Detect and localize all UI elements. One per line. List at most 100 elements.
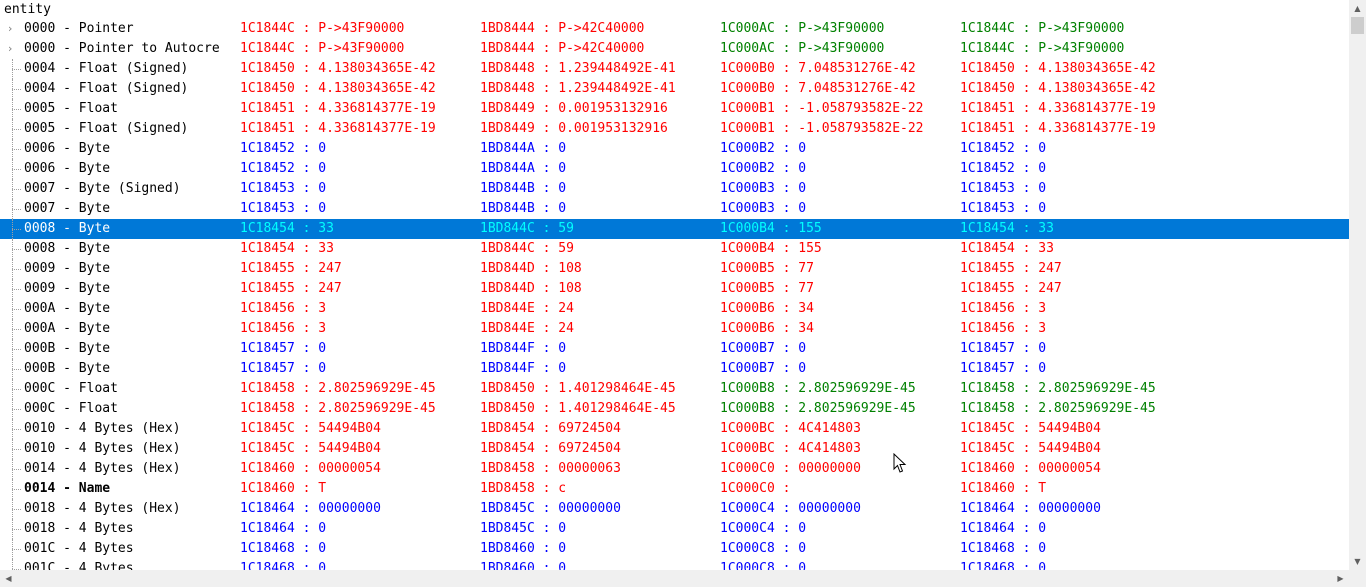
table-row[interactable]: 0006 - Byte 1C18452 : 0 1BD844A : 0 1C000B2… (0, 139, 1349, 159)
address-text: 1C1845C (960, 441, 1015, 456)
value-text: 59 (558, 221, 574, 236)
table-row[interactable]: 0018 - 4 Bytes 1C18464 : 0 1BD845C : 0 1C00… (0, 519, 1349, 539)
expand-chevron-icon[interactable]: › (8, 39, 12, 59)
table-row[interactable]: 0014 - Name 1C18460 : T 1BD8458 : c 1C000C0… (0, 479, 1349, 499)
table-row[interactable]: 0008 - Byte 1C18454 : 33 1BD844C : 59 1C000… (0, 219, 1349, 239)
separator: : (534, 301, 559, 316)
value-text: T (1038, 481, 1047, 496)
address-value-cell: 1C000B5 : 77 (720, 259, 814, 279)
table-row[interactable]: 000C - Float 1C18458 : 2.802596929E-45 1BD… (0, 399, 1349, 419)
scroll-left-arrow-icon[interactable]: ◀ (0, 570, 17, 587)
tree-guide-line (10, 499, 22, 519)
address-value-cell: 1C000B1 : -1.058793582E-22 (720, 119, 924, 139)
table-row[interactable]: 0014 - 4 Bytes (Hex) 1C18460 : 00000054 1B… (0, 459, 1349, 479)
separator: : (294, 361, 319, 376)
address-text: 1BD8448 (480, 61, 535, 76)
separator: : (1014, 361, 1039, 376)
address-value-cell: 1C18464 : 00000000 (240, 499, 381, 519)
table-row[interactable]: 0008 - Byte 1C18454 : 33 1BD844C : 59 1C000… (0, 239, 1349, 259)
value-text: 4.336814377E-19 (318, 121, 436, 136)
separator: : (1014, 541, 1039, 556)
address-text: 1C000B1 (720, 101, 775, 116)
address-text: 1BD844A (480, 161, 535, 176)
scroll-down-arrow-icon[interactable]: ▼ (1349, 553, 1366, 570)
address-text: 1BD844D (480, 261, 535, 276)
table-row[interactable]: 000B - Byte 1C18457 : 0 1BD844F : 0 1C000B7… (0, 359, 1349, 379)
separator: : (774, 261, 799, 276)
vertical-scroll-thumb[interactable] (1351, 17, 1364, 34)
row-description: 0000 - Pointer (24, 21, 134, 36)
table-row[interactable]: 0009 - Byte 1C18455 : 247 1BD844D : 108 1C0… (0, 279, 1349, 299)
table-row[interactable]: 0005 - Float (Signed) 1C18451 : 4.3368143… (0, 119, 1349, 139)
horizontal-scrollbar[interactable]: ◀ ▶ (0, 570, 1349, 587)
address-text: 1C000C8 (720, 541, 775, 556)
address-text: 1C18460 (960, 481, 1015, 496)
address-text: 1C18460 (240, 481, 295, 496)
table-row[interactable]: 000A - Byte 1C18456 : 3 1BD844E : 24 1C000B… (0, 299, 1349, 319)
address-text: 1BD8448 (480, 81, 535, 96)
table-row[interactable]: 0010 - 4 Bytes (Hex) 1C1845C : 54494B04 1B… (0, 439, 1349, 459)
value-text: 1.401298464E-45 (558, 381, 676, 396)
scroll-right-arrow-icon[interactable]: ▶ (1332, 570, 1349, 587)
address-text: 1C000B6 (720, 321, 775, 336)
table-row[interactable]: 0005 - Float 1C18451 : 4.336814377E-19 1BD… (0, 99, 1349, 119)
address-text: 1BD8449 (480, 101, 535, 116)
tree-guide-line (10, 359, 22, 379)
address-value-cell: 1C000B3 : 0 (720, 179, 806, 199)
separator: : (294, 501, 319, 516)
separator: : (534, 421, 559, 436)
separator: : (534, 81, 559, 96)
address-value-cell: 1BD844B : 0 (480, 179, 566, 199)
table-row[interactable]: 0006 - Byte 1C18452 : 0 1BD844A : 0 1C000B2… (0, 159, 1349, 179)
value-text: 00000000 (558, 501, 621, 516)
table-row[interactable]: 0010 - 4 Bytes (Hex) 1C1845C : 54494B04 1B… (0, 419, 1349, 439)
table-row[interactable]: › 0000 - Pointer to Autocre 1C1844C : P->4… (0, 39, 1349, 59)
separator: : (774, 141, 799, 156)
table-row[interactable]: 0004 - Float (Signed) 1C18450 : 4.1380343… (0, 79, 1349, 99)
address-text: 1C000B5 (720, 261, 775, 276)
address-value-cell: 1BD8460 : 0 (480, 539, 566, 559)
table-row[interactable]: 0018 - 4 Bytes (Hex) 1C18464 : 00000000 1B… (0, 499, 1349, 519)
root-node-label[interactable]: entity (4, 1, 51, 19)
address-value-cell: 1C18453 : 0 (240, 179, 326, 199)
separator: : (294, 301, 319, 316)
value-text: 2.802596929E-45 (798, 401, 916, 416)
value-text: 00000054 (1038, 461, 1101, 476)
table-row[interactable]: 0009 - Byte 1C18455 : 247 1BD844D : 108 1C0… (0, 259, 1349, 279)
table-row[interactable]: 001C - 4 Bytes 1C18468 : 0 1BD8460 : 0 1C00… (0, 559, 1349, 570)
table-row[interactable]: 001C - 4 Bytes 1C18468 : 0 1BD8460 : 0 1C00… (0, 539, 1349, 559)
value-text: 3 (318, 301, 327, 316)
value-text: 69724504 (558, 441, 621, 456)
separator: : (1014, 321, 1039, 336)
value-text: 54494B04 (318, 441, 381, 456)
separator: : (294, 61, 319, 76)
separator: : (1014, 161, 1039, 176)
separator: : (534, 521, 559, 536)
address-value-cell: 1C18457 : 0 (240, 359, 326, 379)
separator: : (1014, 301, 1039, 316)
address-text: 1C18464 (960, 501, 1015, 516)
address-value-cell: 1C1844C : P->43F90000 (240, 19, 404, 39)
address-text: 1C18464 (240, 501, 295, 516)
address-text: 1C18458 (240, 401, 295, 416)
table-row[interactable]: 000C - Float 1C18458 : 2.802596929E-45 1BD… (0, 379, 1349, 399)
separator: : (294, 81, 319, 96)
table-row[interactable]: 0004 - Float (Signed) 1C18450 : 4.1380343… (0, 59, 1349, 79)
table-row[interactable]: 000B - Byte 1C18457 : 0 1BD844F : 0 1C000B7… (0, 339, 1349, 359)
value-text: 0 (1038, 361, 1047, 376)
scroll-up-arrow-icon[interactable]: ▲ (1349, 0, 1366, 17)
address-text: 1C18456 (240, 321, 295, 336)
expand-chevron-icon[interactable]: › (8, 19, 12, 39)
table-row[interactable]: › 0000 - Pointer 1C1844C : P->43F90000 1BD8… (0, 19, 1349, 39)
table-row[interactable]: 000A - Byte 1C18456 : 3 1BD844E : 24 1C000B… (0, 319, 1349, 339)
table-row[interactable]: 0007 - Byte (Signed) 1C18453 : 0 1BD844B :… (0, 179, 1349, 199)
vertical-scrollbar[interactable]: ▲ ▼ (1349, 0, 1366, 570)
address-value-cell: 1C18458 : 2.802596929E-45 (960, 379, 1156, 399)
address-text: 1C18451 (240, 121, 295, 136)
address-value-cell: 1C18456 : 3 (240, 319, 326, 339)
address-value-cell: 1C18456 : 3 (240, 299, 326, 319)
address-value-cell: 1C18458 : 2.802596929E-45 (960, 399, 1156, 419)
separator: : (774, 321, 799, 336)
value-text: 54494B04 (1038, 421, 1101, 436)
table-row[interactable]: 0007 - Byte 1C18453 : 0 1BD844B : 0 1C000B3… (0, 199, 1349, 219)
